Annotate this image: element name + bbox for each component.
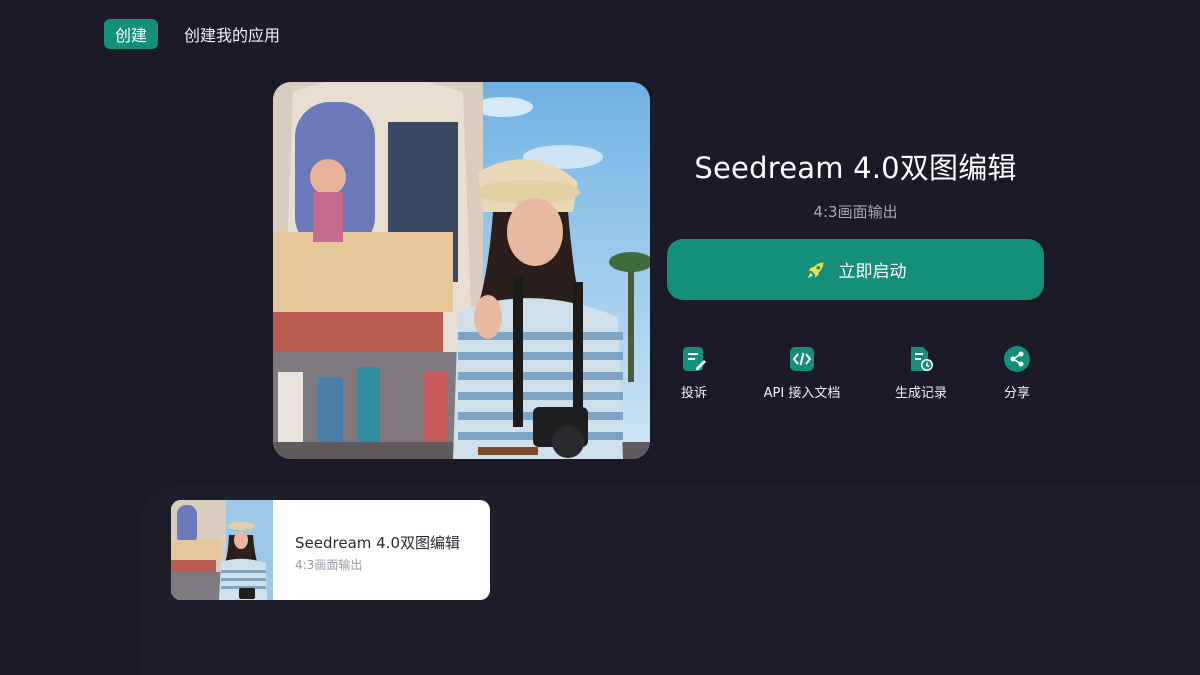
app-card-title: Seedream 4.0双图编辑 (295, 534, 460, 552)
app-subtitle: 4:3画面输出 (813, 203, 898, 221)
app-card-subtitle: 4:3画面输出 (295, 558, 363, 572)
app-card-thumbnail (171, 500, 273, 600)
launch-label: 立即启动 (838, 262, 907, 282)
my-apps-link[interactable]: 创建我的应用 (184, 22, 280, 46)
report-edit-icon (681, 346, 707, 372)
report-label: 投诉 (680, 386, 707, 401)
history-label: 生成记录 (894, 386, 947, 401)
api-docs-button[interactable]: API 接入文档 (742, 346, 862, 401)
tab-create[interactable]: 创建 (104, 19, 159, 49)
share-label: 分享 (1003, 386, 1030, 401)
history-doc-icon (908, 346, 934, 372)
code-icon (789, 346, 815, 372)
api-docs-label: API 接入文档 (763, 386, 841, 401)
app-info: Seedream 4.0双图编辑 4:3画面输出 (667, 140, 1044, 222)
app-title: Seedream 4.0双图编辑 (694, 151, 1017, 185)
app-card[interactable]: Seedream 4.0双图编辑 4:3画面输出 (171, 500, 490, 600)
share-button[interactable]: 分享 (957, 346, 1077, 401)
report-button[interactable]: 投诉 (634, 346, 754, 401)
top-nav: 创建 创建我的应用 (104, 19, 280, 49)
launch-button[interactable]: 立即启动 (667, 239, 1044, 300)
rocket-icon (805, 259, 827, 281)
share-icon (1004, 346, 1030, 372)
action-row: 投诉 API 接入文档 生成记录 分享 (0, 346, 1200, 406)
